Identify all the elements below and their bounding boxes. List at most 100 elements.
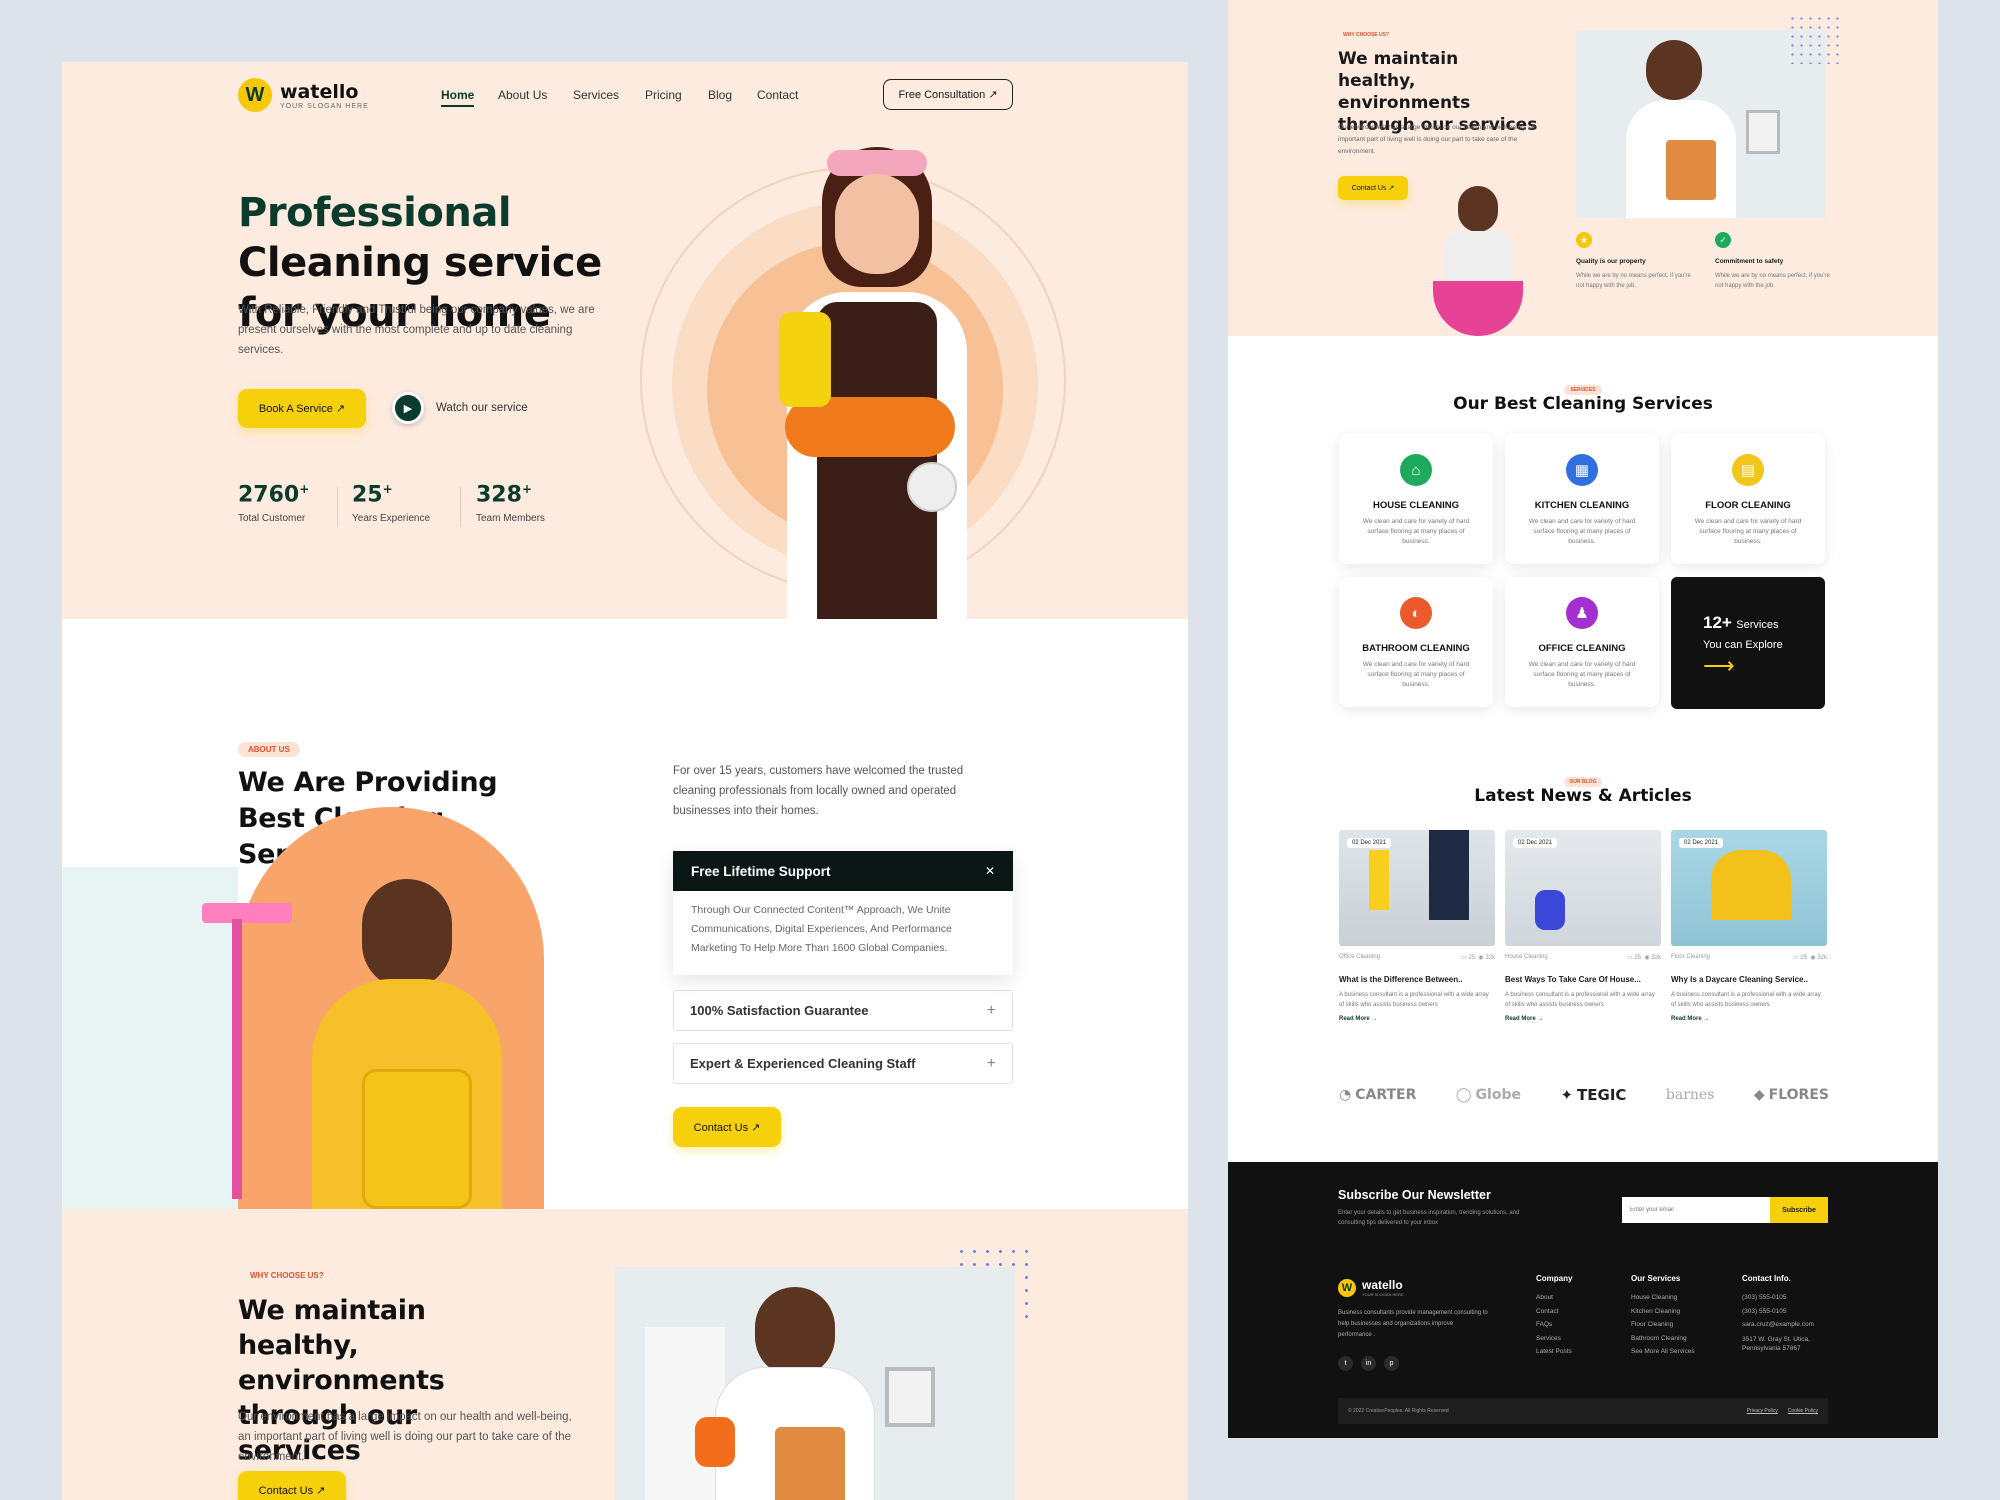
arrow-right-icon: ⟶ — [1703, 653, 1735, 678]
footer-link[interactable]: Contact — [1536, 1305, 1572, 1319]
accordion-item-open[interactable]: Free Lifetime Support ✕ Through Our Conn… — [673, 851, 1013, 975]
accordion-title: 100% Satisfaction Guarantee — [690, 1003, 869, 1018]
book-service-button[interactable]: Book A Service ↗ — [238, 389, 366, 428]
about-tag: ABOUT US — [238, 742, 300, 757]
stat-team-num: 328 — [476, 482, 522, 508]
comment-icon: ▭ — [1793, 955, 1799, 961]
explore-label: Services — [1736, 619, 1779, 631]
newsletter-email-input[interactable] — [1622, 1197, 1770, 1223]
blog-image: 02 Dec 2021 — [1671, 830, 1827, 946]
cookie-policy-link[interactable]: Cookie Policy — [1788, 1408, 1818, 1414]
service-card-kitchen[interactable]: ▦ KITCHEN CLEANING We clean and care for… — [1505, 434, 1659, 564]
footer-link[interactable]: Kitchen Cleaning — [1631, 1305, 1695, 1319]
about-contact-button[interactable]: Contact Us ↗ — [673, 1107, 781, 1147]
blog-views: 32k — [1817, 955, 1827, 961]
dots-pattern — [1788, 14, 1844, 64]
hero-section: W watello YOUR SLOGAN HERE Home About Us… — [62, 62, 1188, 619]
footer-bottom-bar: © 2022 CreativePeoples. All Rights Reser… — [1338, 1398, 1828, 1424]
blog-date: 02 Dec 2021 — [1513, 838, 1558, 848]
blog-post-title[interactable]: What is the Difference Between.. — [1339, 975, 1495, 984]
partner-globe: ◯ Globe — [1455, 1087, 1521, 1103]
why-contact-button[interactable]: Contact Us ↗ — [238, 1471, 346, 1500]
footer-contact-line: Pennsylvania 57867 — [1742, 1344, 1801, 1352]
explore-sub: You can Explore — [1703, 639, 1783, 651]
blog-excerpt: A business consultant is a professional … — [1671, 992, 1821, 1008]
service-card-bathroom[interactable]: ◐ BATHROOM CLEANING We clean and care fo… — [1339, 577, 1493, 707]
nav-blog[interactable]: Blog — [708, 88, 732, 102]
blog-excerpt: A business consultant is a professional … — [1505, 992, 1655, 1008]
logo[interactable]: W watello YOUR SLOGAN HERE — [238, 78, 369, 112]
explore-services-card[interactable]: 12+ Services You can Explore ⟶ — [1671, 577, 1825, 709]
why-section-mini: WHY CHOOSE US? We maintain healthy, envi… — [1228, 0, 1938, 336]
footer-link[interactable]: Bathroom Cleaning — [1631, 1332, 1695, 1346]
comment-icon: ▭ — [1627, 955, 1633, 961]
blog-post-title[interactable]: Why Is a Daycare Cleaning Service.. — [1671, 975, 1827, 984]
blog-views: 32k — [1651, 955, 1661, 961]
logo-slogan: YOUR SLOGAN HERE — [280, 102, 369, 110]
privacy-policy-link[interactable]: Privacy Policy — [1747, 1408, 1778, 1414]
newsletter-text: Enter your details to get business inspi… — [1338, 1210, 1520, 1226]
service-card-floor[interactable]: ▤ FLOOR CLEANING We clean and care for v… — [1671, 434, 1825, 564]
tegic-logo-icon: ✦ — [1560, 1086, 1574, 1104]
nav-about[interactable]: About Us — [498, 88, 547, 102]
blog-post-title[interactable]: Best Ways To Take Care Of House... — [1505, 975, 1661, 984]
partner-barnes: barnes — [1665, 1087, 1715, 1103]
footer-services: Our Services House Cleaning Kitchen Clea… — [1631, 1274, 1695, 1359]
homepage-left: W watello YOUR SLOGAN HERE Home About Us… — [62, 62, 1188, 1500]
accordion-item-staff[interactable]: Expert & Experienced Cleaning Staff + — [673, 1043, 1013, 1084]
nav-contact[interactable]: Contact — [757, 88, 798, 102]
stat-customers-num: 2760 — [238, 482, 300, 508]
footer-link[interactable]: About — [1536, 1291, 1572, 1305]
linkedin-icon[interactable]: in — [1361, 1356, 1376, 1371]
subscribe-button[interactable]: Subscribe — [1770, 1197, 1828, 1223]
feature-quality: ★ Quality is our property While we are b… — [1576, 232, 1696, 291]
service-desc: We clean and care for variety of hard su… — [1362, 661, 1470, 688]
close-icon[interactable]: ✕ — [985, 864, 995, 878]
footer-link[interactable]: FAQs — [1536, 1318, 1572, 1332]
footer-contact-line: 3517 W. Gray St. Utica, — [1742, 1335, 1810, 1343]
nav-home[interactable]: Home — [441, 88, 475, 107]
nav-pricing[interactable]: Pricing — [645, 88, 682, 102]
stat-team: 328+ Team Members — [476, 482, 545, 525]
feature-title: Commitment to safety — [1715, 258, 1784, 265]
footer-link[interactable]: Latest Posts — [1536, 1345, 1572, 1359]
footer-link[interactable]: Floor Cleaning — [1631, 1318, 1695, 1332]
footer-link[interactable]: Services — [1536, 1332, 1572, 1346]
blog-card[interactable]: 02 Dec 2021 Floor Cleaning ▭ 25 ◉ 32k Wh… — [1671, 830, 1827, 1022]
read-more-link[interactable]: Read More → — [1671, 1016, 1827, 1022]
why-contact-button[interactable]: Contact Us ↗ — [1338, 176, 1408, 200]
service-name: OFFICE CLEANING — [1538, 643, 1626, 654]
copyright: © 2022 CreativePeoples. All Rights Reser… — [1348, 1408, 1449, 1414]
office-icon: ♟ — [1566, 597, 1598, 629]
footer-col-title: Company — [1536, 1274, 1573, 1283]
footer-link[interactable]: House Cleaning — [1631, 1291, 1695, 1305]
watch-service-button[interactable]: ▶ Watch our service — [392, 392, 528, 424]
accordion-title: Expert & Experienced Cleaning Staff — [690, 1056, 916, 1071]
stat-years-num: 25 — [352, 482, 383, 508]
hero-title-green: Professional — [238, 190, 512, 236]
blog-card[interactable]: 02 Dec 2021 Office Cleaning ▭ 25 ◉ 32k W… — [1339, 830, 1495, 1022]
footer-contact-line: sara.cruz@example.com — [1742, 1321, 1814, 1328]
about-woman-image — [202, 859, 602, 1209]
nav-services[interactable]: Services — [573, 88, 619, 102]
accordion-header[interactable]: Free Lifetime Support ✕ — [673, 851, 1013, 891]
pinterest-icon[interactable]: p — [1384, 1356, 1399, 1371]
kitchen-icon: ▦ — [1566, 454, 1598, 486]
footer-col-title: Contact Info. — [1742, 1274, 1791, 1283]
shield-icon: ✓ — [1715, 232, 1731, 248]
newsletter-form: Subscribe — [1622, 1197, 1828, 1223]
service-card-office[interactable]: ♟ OFFICE CLEANING We clean and care for … — [1505, 577, 1659, 707]
why-section: WHY CHOOSE US? We maintain healthy, envi… — [62, 1209, 1188, 1500]
service-name: KITCHEN CLEANING — [1534, 500, 1630, 511]
blog-card[interactable]: 02 Dec 2021 House Cleaning ▭ 25 ◉ 32k Be… — [1505, 830, 1661, 1022]
services-title: Our Best Cleaning Services — [1453, 394, 1713, 414]
accordion-item-satisfaction[interactable]: 100% Satisfaction Guarantee + — [673, 990, 1013, 1031]
footer-link[interactable]: See More All Services — [1631, 1345, 1695, 1359]
footer-logo[interactable]: W watello YOUR SLOGAN HERE — [1338, 1278, 1404, 1297]
read-more-link[interactable]: Read More → — [1505, 1016, 1661, 1022]
service-card-house[interactable]: ⌂ HOUSE CLEANING We clean and care for v… — [1339, 434, 1493, 564]
read-more-link[interactable]: Read More → — [1339, 1016, 1495, 1022]
free-consultation-button[interactable]: Free Consultation ↗ — [883, 79, 1013, 110]
twitter-icon[interactable]: t — [1338, 1356, 1353, 1371]
feature-safety: ✓ Commitment to safety While we are by n… — [1715, 232, 1835, 291]
